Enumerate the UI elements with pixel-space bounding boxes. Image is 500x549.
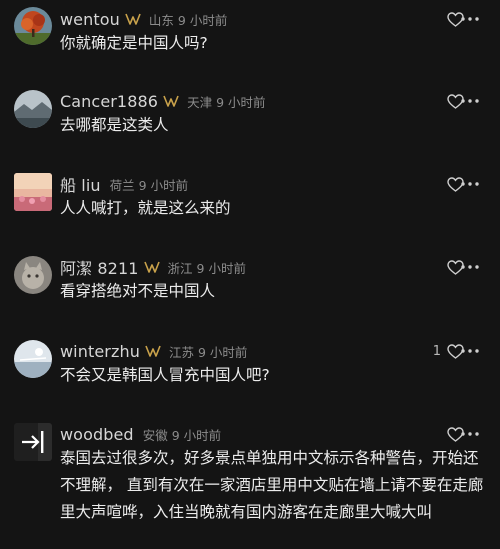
- more-options-button[interactable]: [459, 340, 481, 362]
- ellipsis-icon: [461, 265, 479, 269]
- more-options-button[interactable]: [459, 173, 481, 195]
- location: 浙江: [167, 260, 193, 276]
- comment-text: 去哪都是这类人: [60, 116, 169, 134]
- ellipsis-icon: [461, 182, 479, 186]
- location: 天津: [187, 94, 213, 110]
- username[interactable]: 阿潔 8211: [60, 255, 139, 279]
- autumn-tree-avatar[interactable]: [14, 7, 52, 45]
- comment-text: 人人喊打，就是这么来的: [60, 199, 231, 217]
- timestamp: 9 小时前: [196, 260, 246, 276]
- location: 荷兰: [109, 177, 135, 193]
- comment-text: 你就确定是中国人吗?: [60, 34, 208, 52]
- timestamp: 9 小时前: [171, 427, 222, 443]
- timestamp: 9 小时前: [177, 12, 228, 28]
- like-button[interactable]: [404, 173, 464, 195]
- comment-text: 不会又是韩国人冒充中国人吧?: [60, 366, 270, 384]
- location: 江苏: [168, 344, 194, 360]
- timestamp: 9 小时前: [138, 177, 189, 193]
- username[interactable]: winterzhu: [60, 342, 140, 361]
- username[interactable]: woodbed: [60, 425, 134, 444]
- arrow-avatar[interactable]: [14, 423, 52, 461]
- username[interactable]: 船 liu: [60, 172, 101, 196]
- location: 山东: [148, 12, 174, 28]
- ellipsis-icon: [461, 99, 479, 103]
- ellipsis-icon: [461, 17, 479, 21]
- username[interactable]: wentou: [60, 10, 120, 29]
- like-count: 1: [432, 343, 441, 359]
- like-button[interactable]: [404, 8, 464, 30]
- sunset-flowers-avatar[interactable]: [14, 173, 52, 211]
- landscape-avatar[interactable]: [14, 90, 52, 128]
- vip-badge-icon: [163, 94, 179, 108]
- ellipsis-icon: [461, 432, 479, 436]
- comment-text: 泰国去过很多次，好多景点单独用中文标示各种警告，开始还不理解， 直到有次在一家酒…: [60, 449, 484, 521]
- more-options-button[interactable]: [459, 90, 481, 112]
- cat-avatar[interactable]: [14, 256, 52, 294]
- username[interactable]: Cancer1886: [60, 92, 158, 111]
- sky-avatar[interactable]: [14, 340, 52, 378]
- comment-text: 看穿搭绝对不是中国人: [60, 282, 216, 300]
- like-button[interactable]: [404, 90, 464, 112]
- vip-badge-icon: [143, 260, 160, 274]
- vip-badge-icon: [125, 12, 141, 26]
- like-button[interactable]: [404, 423, 464, 445]
- vip-badge-icon: [145, 344, 161, 358]
- location: 安徽: [142, 427, 168, 443]
- more-options-button[interactable]: [459, 8, 481, 30]
- timestamp: 9 小时前: [216, 94, 266, 110]
- like-button[interactable]: [404, 256, 464, 278]
- ellipsis-icon: [461, 349, 479, 353]
- like-button[interactable]: 1: [404, 340, 464, 362]
- more-options-button[interactable]: [459, 423, 481, 445]
- timestamp: 9 小时前: [197, 344, 248, 360]
- more-options-button[interactable]: [459, 256, 481, 278]
